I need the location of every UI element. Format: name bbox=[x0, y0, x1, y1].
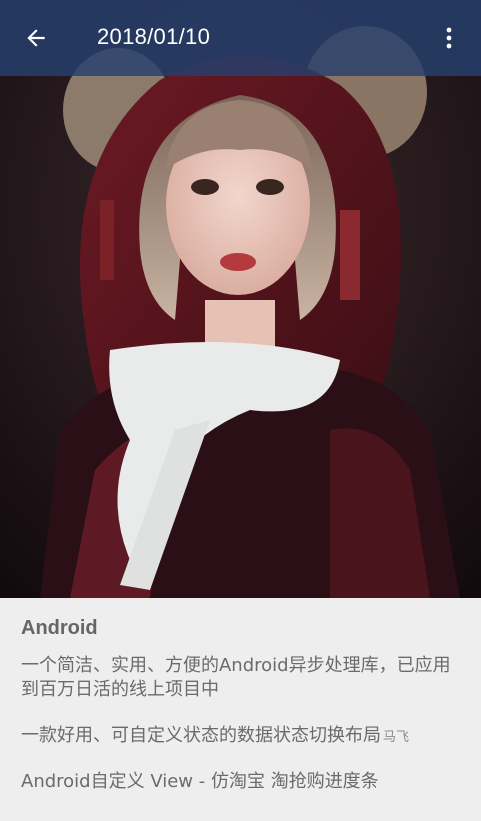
toolbar-title: 2018/01/10 bbox=[97, 24, 211, 49]
section-heading: Android bbox=[21, 617, 98, 639]
app-toolbar: 2018/01/10 bbox=[0, 0, 481, 76]
list-item-text: Android自定义 View - 仿淘宝 淘抢购进度条 bbox=[21, 771, 379, 792]
more-vert-icon bbox=[445, 26, 453, 54]
list-item-text: 一款好用、可自定义状态的数据状态切换布局 bbox=[21, 725, 381, 746]
list-item-text: 一个简洁、实用、方便的Android异步处理库，已应用到百万日活的线上项目中 bbox=[21, 655, 451, 700]
arrow-back-icon bbox=[23, 25, 49, 55]
list-item[interactable]: 一款好用、可自定义状态的数据状态切换布局 马飞 bbox=[21, 724, 461, 750]
article-content: Android 一个简洁、实用、方便的Android异步处理库，已应用到百万日活… bbox=[0, 598, 481, 821]
back-button[interactable] bbox=[14, 20, 58, 60]
list-item-author: 马飞 bbox=[383, 730, 410, 745]
screen: 2018/01/10 Android 一个简洁、实用、方便的Android异步处… bbox=[0, 0, 481, 821]
hero-image[interactable] bbox=[0, 0, 481, 598]
list-item[interactable]: Android自定义 View - 仿淘宝 淘抢购进度条 bbox=[21, 770, 461, 794]
list-item[interactable]: 一个简洁、实用、方便的Android异步处理库，已应用到百万日活的线上项目中 bbox=[21, 654, 461, 702]
portrait-photo bbox=[0, 0, 481, 598]
overflow-menu-button[interactable] bbox=[431, 20, 467, 60]
